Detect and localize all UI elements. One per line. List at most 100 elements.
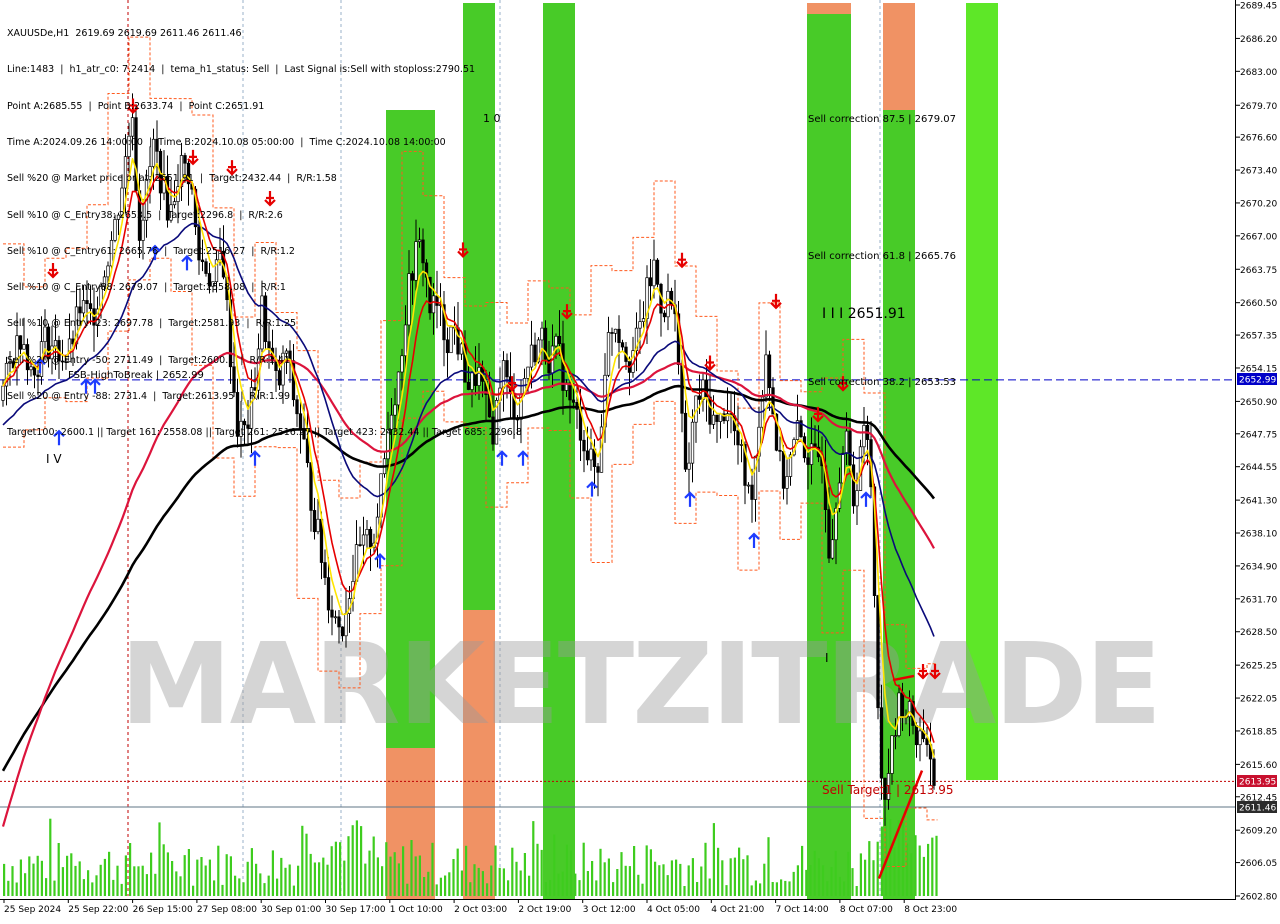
volume-bar — [910, 853, 913, 896]
candle-body — [876, 595, 880, 709]
volume-bar — [217, 845, 220, 896]
volume-bar — [150, 852, 153, 896]
info-line-entry-market: Sell %20 @ Market price or at: 2651.91 |… — [7, 173, 337, 185]
candle-body — [648, 277, 653, 287]
candle-body — [589, 448, 593, 461]
volume-bar — [780, 879, 783, 896]
volume-bar — [822, 865, 825, 896]
volume-bar — [544, 882, 547, 896]
volume-bar — [280, 857, 283, 896]
volume-bar — [927, 843, 930, 896]
candle-body — [582, 439, 586, 452]
time-tick-label: 26 Sep 15:00 — [133, 905, 193, 915]
volume-bar — [809, 865, 812, 896]
volume-bar — [847, 851, 850, 896]
volume-bar — [259, 873, 262, 896]
candle-body — [687, 462, 691, 470]
price-tick-label: 2663.75 — [1240, 266, 1277, 276]
price-tick-label: 2644.55 — [1240, 463, 1277, 473]
volume-bar — [343, 860, 346, 896]
candle-body — [571, 399, 576, 403]
volume-bar — [66, 855, 69, 896]
volume-bar — [339, 842, 342, 896]
volume-bar — [292, 885, 295, 896]
volume-bar — [183, 855, 186, 896]
volume-bar — [557, 873, 560, 896]
candle-body — [337, 616, 341, 628]
volume-bar — [301, 825, 304, 896]
candle-body — [851, 464, 856, 507]
volume-bar — [574, 873, 577, 896]
time-tick-label: 3 Oct 12:00 — [583, 905, 636, 915]
chart-area: MARKETZITRADE FSB-HighToBreak | 2652.99 … — [0, 0, 1280, 920]
volume-bar — [267, 875, 270, 896]
time-tick-label: 30 Sep 01:00 — [261, 905, 321, 915]
volume-bar — [607, 858, 610, 896]
volume-bar — [511, 847, 514, 896]
volume-bar — [7, 880, 10, 896]
price-tick-label: 2650.90 — [1240, 398, 1277, 408]
volume-bar — [666, 875, 669, 896]
info-panel: XAUUSDe,H1 2619.69 2619.69 2611.46 2611.… — [7, 4, 522, 451]
volume-bar — [918, 845, 921, 896]
volume-bar — [456, 848, 459, 896]
volume-bar — [733, 857, 736, 896]
volume-bar — [61, 867, 64, 896]
candle-body — [708, 396, 712, 425]
volume-bar — [19, 859, 22, 896]
price-tick-label: 2622.05 — [1240, 695, 1277, 705]
volume-bar — [192, 885, 195, 896]
volume-bar — [633, 846, 636, 896]
volume-bar — [355, 820, 358, 896]
volume-bar — [330, 846, 333, 896]
volume-bar — [145, 874, 148, 896]
volume-bar — [599, 848, 602, 896]
volume-bar — [444, 875, 447, 896]
volume-bar — [271, 850, 274, 896]
volume-bar — [570, 850, 573, 896]
price-tick-label: 2647.75 — [1240, 430, 1277, 440]
volume-bar — [729, 858, 732, 896]
volume-bar — [120, 883, 123, 896]
volume-bar — [712, 823, 715, 896]
volume-bar — [595, 880, 598, 896]
candle-body — [620, 342, 625, 348]
volume-bar — [771, 882, 774, 896]
candle-body — [900, 692, 905, 718]
volume-bar — [540, 849, 543, 896]
volume-bar — [868, 841, 871, 896]
target-price-tag-text: 2613.95 — [1239, 778, 1276, 788]
volume-bar — [242, 882, 245, 896]
candle-body — [736, 430, 740, 446]
candle-body — [340, 626, 345, 637]
volume-bar — [11, 866, 14, 896]
price-tick-label: 2686.20 — [1240, 35, 1277, 45]
volume-bar — [53, 880, 56, 896]
price-tick-label: 2625.25 — [1240, 662, 1277, 672]
candle-body — [610, 332, 614, 334]
volume-bar — [654, 861, 657, 896]
volume-bar — [675, 859, 678, 896]
volume-bar — [318, 862, 321, 896]
price-tick-label: 2618.85 — [1240, 727, 1277, 737]
volume-bar — [397, 863, 400, 896]
sell-correction-875: Sell correction 87.5 | 2679.07 — [808, 114, 956, 125]
candle-body — [361, 534, 366, 546]
volume-bar — [549, 880, 552, 896]
info-line-entry-50: Sell %20 @ Entry -50: 2711.49 | Target:2… — [7, 354, 291, 366]
volume-bar — [473, 864, 476, 896]
candle-body — [526, 366, 530, 379]
candle-body — [638, 321, 642, 329]
candle-body — [557, 335, 562, 345]
volume-bar — [759, 883, 762, 896]
volume-bar — [24, 873, 27, 896]
volume-bar — [154, 873, 157, 896]
volume-bar — [826, 881, 829, 896]
volume-bar — [99, 864, 102, 896]
candle-body — [893, 735, 898, 737]
volume-bar — [813, 850, 816, 896]
volume-bar — [141, 865, 144, 896]
volume-bar — [717, 847, 720, 896]
volume-bar — [103, 858, 106, 896]
volume-bar — [784, 880, 787, 896]
